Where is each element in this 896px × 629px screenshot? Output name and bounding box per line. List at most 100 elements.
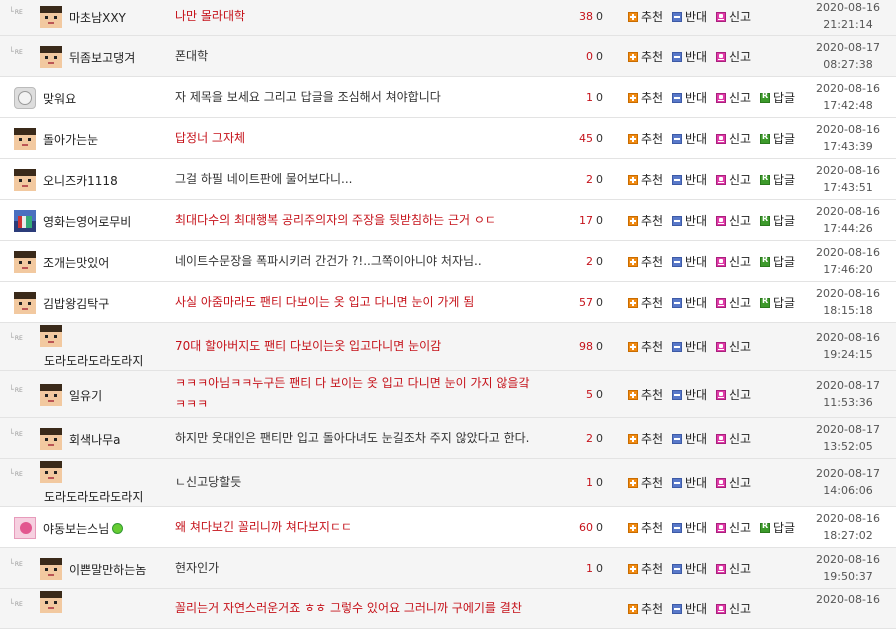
recommend-button[interactable]: 추천: [628, 560, 663, 577]
nickname[interactable]: 회색나무a: [69, 431, 121, 448]
report-button[interactable]: 신고: [716, 212, 751, 229]
report-button[interactable]: 신고: [716, 48, 751, 65]
nickname[interactable]: 이쁜말만하는놈: [69, 561, 146, 578]
recommend-button[interactable]: 추천: [628, 474, 663, 491]
pixel-face-icon[interactable]: [14, 251, 36, 273]
recommend-button[interactable]: 추천: [628, 600, 663, 617]
nickname[interactable]: 일유기: [69, 387, 102, 404]
oppose-button[interactable]: 반대: [672, 386, 707, 403]
pixel-face-icon[interactable]: [40, 428, 62, 450]
comment-text: 자 제목을 보세요 그리고 답글을 조심해서 쳐야합니다: [175, 87, 441, 108]
recommend-button[interactable]: 추천: [628, 8, 663, 25]
report-button[interactable]: 신고: [716, 8, 751, 25]
oppose-button[interactable]: 반대: [672, 253, 707, 270]
alert-icon: [716, 133, 726, 144]
report-button[interactable]: 신고: [716, 89, 751, 106]
city-icon[interactable]: [14, 210, 36, 232]
nickname[interactable]: 도라도라도라도라지: [44, 352, 143, 369]
recommend-button[interactable]: 추천: [628, 212, 663, 229]
report-button[interactable]: 신고: [716, 294, 751, 311]
report-button[interactable]: 신고: [716, 600, 751, 617]
recommend-button[interactable]: 추천: [628, 253, 663, 270]
report-button[interactable]: 신고: [716, 430, 751, 447]
nickname[interactable]: 김밥왕김탁구: [43, 295, 109, 312]
alert-icon: [716, 256, 726, 267]
minus-icon: [672, 522, 682, 533]
nickname[interactable]: 뒤좀보고댕겨: [69, 49, 135, 66]
recommend-button[interactable]: 추천: [628, 386, 663, 403]
minus-icon: [672, 433, 682, 444]
time-text: 17:42:48: [823, 99, 873, 112]
oppose-button[interactable]: 반대: [672, 430, 707, 447]
comment-row: RE 도라도라도라도라지 70대 할아버지도 팬티 다보이는옷 입고다니면 눈이감 9…: [0, 323, 896, 371]
comment-row: 야동보는스님 왜 쳐다보긴 꼴리니까 쳐다보지ㄷㄷ 600 추천 반대 신고 답글 2020-…: [0, 507, 896, 548]
report-button[interactable]: 신고: [716, 171, 751, 188]
nickname[interactable]: 조개는맛있어: [43, 254, 109, 271]
oppose-button[interactable]: 반대: [672, 294, 707, 311]
reply-button[interactable]: 답글: [760, 130, 795, 147]
recommend-button[interactable]: 추천: [628, 519, 663, 536]
comment-text-line: 최대다수의 최대행복 공리주의자의 주장을 뒷받침하는 근거 ㅇㄷ: [175, 213, 496, 227]
reply-icon: [760, 521, 770, 533]
action-label: 반대: [685, 91, 708, 105]
pixel-face-icon[interactable]: [40, 6, 62, 28]
nickname[interactable]: 오니즈카1118: [43, 172, 118, 189]
pixel-face-icon[interactable]: [14, 128, 36, 150]
oppose-button[interactable]: 반대: [672, 48, 707, 65]
reply-button[interactable]: 답글: [760, 171, 795, 188]
pixel-face-icon[interactable]: [40, 558, 62, 580]
report-button[interactable]: 신고: [716, 560, 751, 577]
timestamp: 2020-08-17 13:52:05: [811, 421, 885, 455]
oppose-button[interactable]: 반대: [672, 560, 707, 577]
recommend-button[interactable]: 추천: [628, 294, 663, 311]
oppose-button[interactable]: 반대: [672, 338, 707, 355]
oppose-button[interactable]: 반대: [672, 130, 707, 147]
pixel-face-icon[interactable]: [40, 384, 62, 406]
nickname[interactable]: 맞워요: [43, 90, 76, 107]
alert-icon: [716, 603, 726, 614]
oppose-button[interactable]: 반대: [672, 600, 707, 617]
round-face-icon[interactable]: [14, 87, 36, 109]
reply-button[interactable]: 답글: [760, 89, 795, 106]
report-button[interactable]: 신고: [716, 253, 751, 270]
oppose-button[interactable]: 반대: [672, 474, 707, 491]
minus-icon: [672, 563, 682, 574]
recommend-button[interactable]: 추천: [628, 171, 663, 188]
pixel-face-icon[interactable]: [14, 169, 36, 191]
report-button[interactable]: 신고: [716, 338, 751, 355]
oppose-button[interactable]: 반대: [672, 212, 707, 229]
recommend-button[interactable]: 추천: [628, 48, 663, 65]
report-button[interactable]: 신고: [716, 130, 751, 147]
recommend-button[interactable]: 추천: [628, 130, 663, 147]
timestamp: 2020-08-16 17:46:20: [811, 244, 885, 278]
oppose-button[interactable]: 반대: [672, 171, 707, 188]
oppose-button[interactable]: 반대: [672, 519, 707, 536]
nickname[interactable]: 돌아가는눈: [43, 131, 98, 148]
oppose-button[interactable]: 반대: [672, 89, 707, 106]
reply-button[interactable]: 답글: [760, 253, 795, 270]
recommend-count: 2: [586, 173, 593, 186]
reply-button[interactable]: 답글: [760, 519, 795, 536]
pixel-face-icon[interactable]: [40, 461, 62, 483]
oppose-button[interactable]: 반대: [672, 8, 707, 25]
recommend-button[interactable]: 추천: [628, 338, 663, 355]
pink-monk-icon[interactable]: [14, 517, 36, 539]
nickname[interactable]: 도라도라도라도라지: [44, 488, 143, 505]
recommend-button[interactable]: 추천: [628, 89, 663, 106]
reply-button[interactable]: 답글: [760, 294, 795, 311]
nickname[interactable]: 마초남XXY: [69, 9, 126, 26]
recommend-count: 38: [579, 10, 593, 23]
action-label: 답글: [773, 91, 796, 105]
recommend-button[interactable]: 추천: [628, 430, 663, 447]
pixel-face-icon[interactable]: [14, 292, 36, 314]
report-button[interactable]: 신고: [716, 474, 751, 491]
nickname[interactable]: 영화는영어로무비: [43, 213, 131, 230]
reply-button[interactable]: 답글: [760, 212, 795, 229]
report-button[interactable]: 신고: [716, 386, 751, 403]
report-button[interactable]: 신고: [716, 519, 751, 536]
date-text: 2020-08-16: [816, 331, 880, 344]
pixel-face-icon[interactable]: [40, 325, 62, 347]
nickname[interactable]: 야동보는스님: [43, 520, 124, 537]
action-label: 추천: [641, 214, 664, 228]
pixel-face-icon[interactable]: [40, 46, 62, 68]
